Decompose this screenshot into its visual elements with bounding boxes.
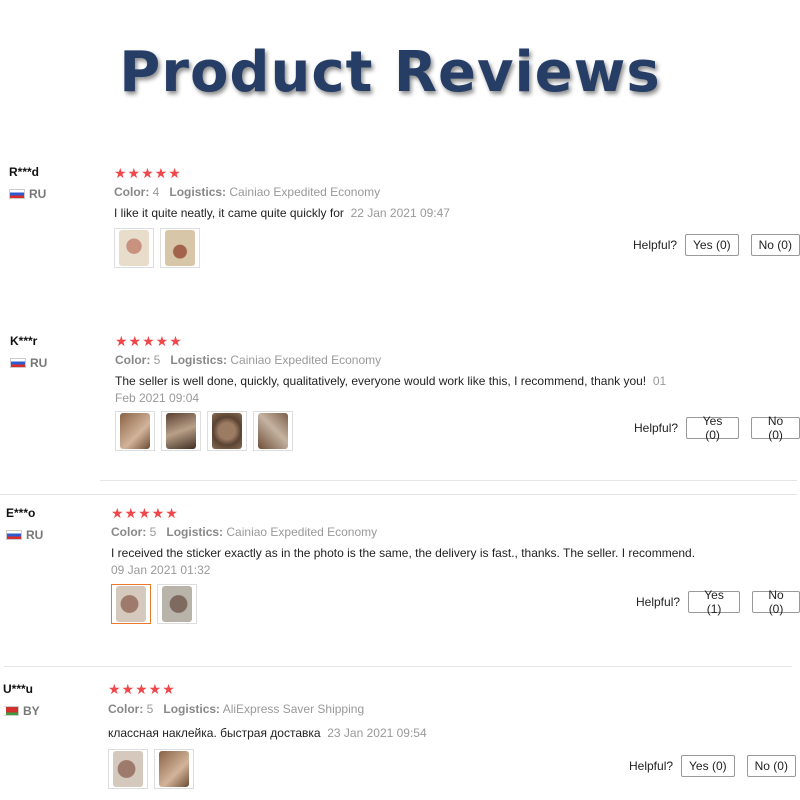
- helpful-yes-button[interactable]: Yes (0): [686, 414, 740, 442]
- logistics-value: Cainiao Expedited Economy: [226, 525, 378, 539]
- review-text: классная наклейка. быстрая доставка 23 J…: [108, 725, 688, 742]
- helpful-section: Helpful? Yes (1) No (0): [636, 588, 800, 616]
- review-photo[interactable]: [114, 228, 154, 268]
- color-value: 4: [152, 185, 160, 199]
- review-photo[interactable]: [157, 584, 197, 624]
- review-photo[interactable]: [161, 411, 201, 451]
- color-value: 5: [153, 353, 161, 367]
- reviewer-name: K***r: [10, 334, 38, 348]
- review-photos: [108, 749, 194, 789]
- review-meta: Color: 5 Logistics: AliExpress Saver Shi…: [108, 702, 364, 716]
- reviewer-country: RU: [9, 187, 46, 201]
- review-body: The seller is well done, quickly, qualit…: [115, 374, 647, 388]
- helpful-yes-button[interactable]: Yes (0): [685, 234, 739, 256]
- review-photo[interactable]: [253, 411, 293, 451]
- color-label: Color:: [115, 353, 151, 367]
- helpful-section: Helpful? Yes (0) No (0): [629, 755, 796, 777]
- review-divider: [0, 494, 797, 495]
- star-rating: ★★★★★: [111, 505, 179, 521]
- russia-flag-icon: [6, 530, 22, 540]
- logistics-value: AliExpress Saver Shipping: [222, 702, 365, 716]
- review-item: R***d RU ★★★★★ Color: 4 Logistics: Caini…: [0, 160, 800, 280]
- color-value: 5: [146, 702, 154, 716]
- country-code: BY: [23, 704, 40, 718]
- reviewer-name: R***d: [9, 165, 40, 179]
- russia-flag-icon: [10, 358, 26, 368]
- country-code: RU: [30, 356, 48, 370]
- country-code: RU: [29, 187, 47, 201]
- reviewer-name: U***u: [3, 682, 34, 696]
- color-label: Color:: [111, 525, 147, 539]
- review-photos: [115, 411, 293, 451]
- review-photo[interactable]: [207, 411, 247, 451]
- helpful-no-button[interactable]: No (0): [750, 234, 800, 256]
- belarus-flag-icon: [3, 706, 19, 716]
- page-title: Product Reviews: [119, 40, 661, 105]
- star-rating: ★★★★★: [108, 681, 176, 697]
- russia-flag-icon: [9, 189, 25, 199]
- review-photo[interactable]: [115, 411, 155, 451]
- helpful-section: Helpful? Yes (0) No (0): [633, 234, 800, 256]
- review-meta: Color: 5 Logistics: Cainiao Expedited Ec…: [111, 525, 377, 539]
- reviewer-name: E***o: [6, 506, 36, 520]
- review-date: 23 Jan 2021 09:54: [327, 726, 427, 740]
- helpful-label: Helpful?: [629, 759, 674, 773]
- review-body: I like it quite neatly, it came quite qu…: [114, 206, 344, 220]
- star-rating: ★★★★★: [115, 333, 183, 349]
- logistics-value: Cainiao Expedited Economy: [229, 185, 381, 199]
- logistics-label: Logistics:: [166, 525, 224, 539]
- star-rating: ★★★★★: [114, 165, 182, 181]
- review-item: K***r RU ★★★★★ Color: 5 Logistics: Caini…: [0, 330, 800, 460]
- review-date: 22 Jan 2021 09:47: [350, 206, 450, 220]
- review-photos: [111, 584, 197, 624]
- helpful-yes-button[interactable]: Yes (1): [688, 588, 741, 616]
- review-text: I received the sticker exactly as in the…: [111, 545, 711, 579]
- review-meta: Color: 5 Logistics: Cainiao Expedited Ec…: [115, 353, 381, 367]
- review-item: E***o RU ★★★★★ Color: 5 Logistics: Caini…: [0, 503, 800, 633]
- review-photos: [114, 228, 200, 268]
- country-code: RU: [26, 528, 44, 542]
- helpful-no-button[interactable]: No (0): [746, 755, 796, 777]
- logistics-label: Logistics:: [163, 702, 221, 716]
- logistics-label: Logistics:: [169, 185, 227, 199]
- reviewer-country: BY: [3, 704, 40, 718]
- review-body: классная наклейка. быстрая доставка: [108, 726, 321, 740]
- review-date: 09 Jan 2021 01:32: [111, 563, 211, 577]
- review-body: I received the sticker exactly as in the…: [111, 546, 696, 560]
- review-meta: Color: 4 Logistics: Cainiao Expedited Ec…: [114, 185, 380, 199]
- review-divider: [4, 666, 792, 667]
- reviewer-country: RU: [10, 356, 47, 370]
- color-label: Color:: [114, 185, 150, 199]
- review-photo[interactable]: [160, 228, 200, 268]
- helpful-label: Helpful?: [634, 421, 679, 435]
- logistics-label: Logistics:: [170, 353, 228, 367]
- review-text: The seller is well done, quickly, qualit…: [115, 373, 690, 407]
- helpful-label: Helpful?: [636, 595, 681, 609]
- reviewer-country: RU: [6, 528, 43, 542]
- logistics-value: Cainiao Expedited Economy: [230, 353, 382, 367]
- review-photo[interactable]: [108, 749, 148, 789]
- review-photo[interactable]: [154, 749, 194, 789]
- helpful-section: Helpful? Yes (0) No (0): [634, 414, 800, 442]
- color-label: Color:: [108, 702, 144, 716]
- review-divider: [100, 480, 797, 481]
- helpful-no-button[interactable]: No (0): [752, 588, 800, 616]
- review-photo-selected[interactable]: [111, 584, 151, 624]
- color-value: 5: [149, 525, 157, 539]
- review-item: U***u BY ★★★★★ Color: 5 Logistics: AliEx…: [0, 678, 800, 800]
- review-text: I like it quite neatly, it came quite qu…: [114, 205, 694, 222]
- helpful-no-button[interactable]: No (0): [751, 414, 800, 442]
- helpful-yes-button[interactable]: Yes (0): [681, 755, 735, 777]
- helpful-label: Helpful?: [633, 238, 678, 252]
